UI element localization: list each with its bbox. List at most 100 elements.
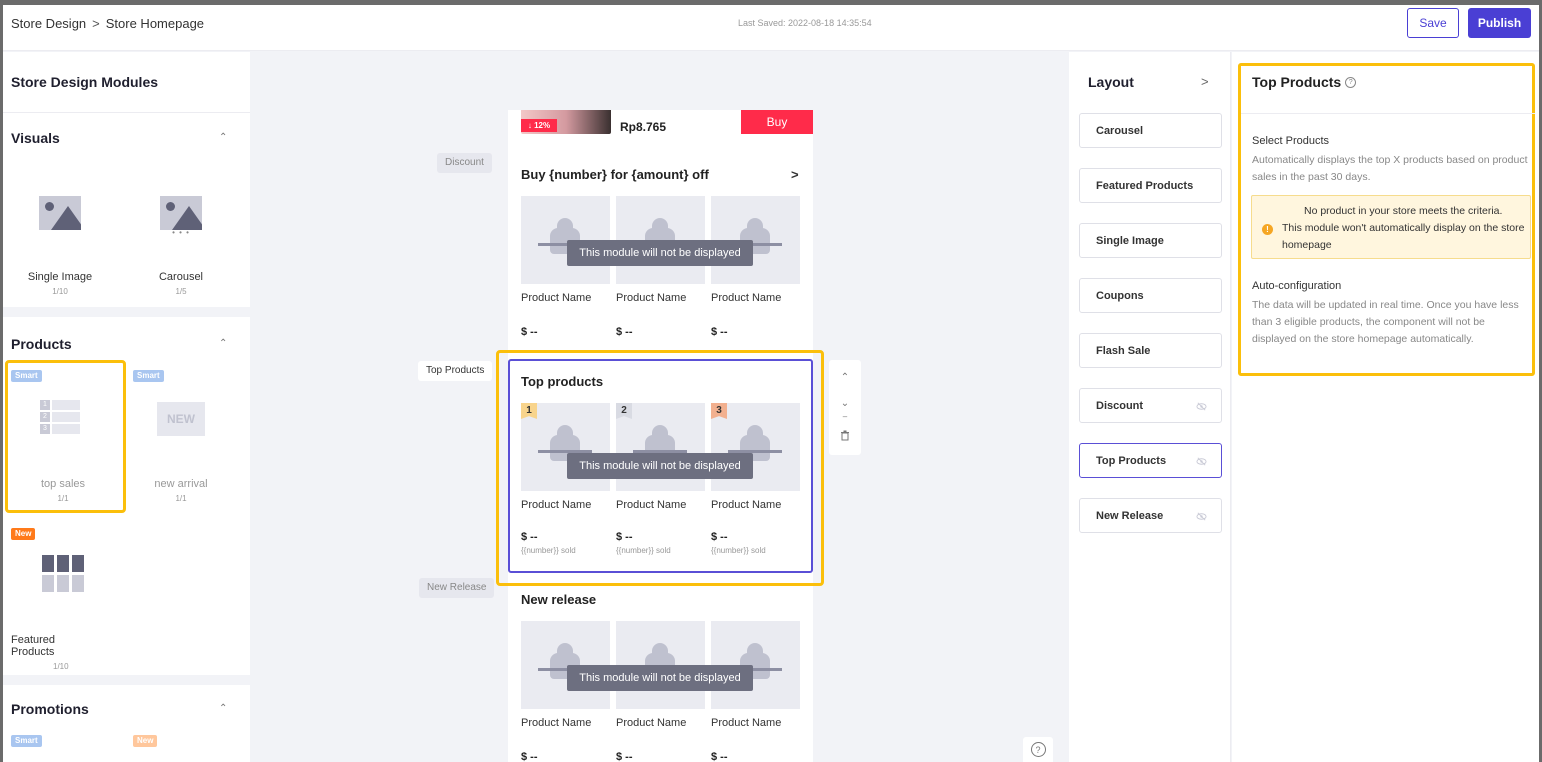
chevron-up-icon[interactable]: ⌃ bbox=[219, 338, 227, 349]
layout-item-flash-sale[interactable]: Flash Sale bbox=[1079, 333, 1222, 368]
canvas-label-new-release[interactable]: New Release bbox=[419, 578, 495, 598]
section-title-visuals: Visuals bbox=[11, 130, 60, 146]
properties-panel: Top Products ? Select Products Automatic… bbox=[1232, 52, 1539, 762]
auto-configuration-description: The data will be updated in real time. O… bbox=[1252, 299, 1519, 345]
product-price: Rp8.765 bbox=[620, 120, 667, 134]
warning-text: No product in your store meets the crite… bbox=[1282, 203, 1526, 254]
layout-item-label: Discount bbox=[1096, 399, 1144, 412]
move-down-icon[interactable]: ⌄ bbox=[829, 398, 861, 409]
smart-badge: Smart bbox=[11, 370, 42, 382]
smart-badge: Smart bbox=[11, 735, 42, 747]
product-price: $ -- bbox=[521, 326, 538, 338]
image-icon bbox=[39, 196, 81, 230]
buy-button[interactable]: Buy bbox=[741, 110, 813, 134]
layout-item-label: Top Products bbox=[1096, 454, 1167, 467]
layout-item-single-image[interactable]: Single Image bbox=[1079, 223, 1222, 258]
product-card[interactable]: Product Name $ -- bbox=[521, 196, 610, 338]
warning-line-2: This module won't automatically display … bbox=[1282, 222, 1525, 251]
layout-item-new-release[interactable]: New Release bbox=[1079, 498, 1222, 533]
flash-sale-item[interactable]: ↓ 12% Rp8.765 Buy bbox=[521, 110, 813, 138]
new-release-grid: Product Name $ -- Product Name $ -- Prod… bbox=[521, 621, 800, 762]
layout-item-label: Coupons bbox=[1096, 289, 1144, 302]
layout-item-carousel[interactable]: Carousel bbox=[1079, 113, 1222, 148]
properties-title-text: Top Products bbox=[1252, 74, 1342, 90]
product-name: Product Name bbox=[711, 717, 782, 729]
module-count: 1/5 bbox=[175, 287, 187, 296]
product-card[interactable]: Product Name $ -- bbox=[616, 621, 705, 762]
layout-item-label: Carousel bbox=[1096, 124, 1144, 137]
auto-configuration-label: Auto-configuration bbox=[1252, 280, 1342, 292]
divider bbox=[3, 112, 250, 113]
eye-off-icon[interactable] bbox=[1196, 401, 1207, 412]
eye-off-icon[interactable] bbox=[1196, 511, 1207, 522]
module-name: Single Image bbox=[27, 271, 93, 283]
last-saved-status: Last Saved: 2022-08-18 14:35:54 bbox=[738, 18, 872, 28]
product-name: Product Name bbox=[521, 292, 592, 304]
select-products-description: Automatically displays the top X product… bbox=[1252, 154, 1528, 183]
section-title-products: Products bbox=[11, 336, 72, 352]
product-price: $ -- bbox=[616, 751, 633, 762]
chevron-up-icon[interactable]: ⌃ bbox=[219, 703, 227, 714]
divider: – bbox=[842, 412, 848, 421]
module-featured-products[interactable]: Featured Products 1/10 bbox=[11, 634, 101, 671]
question-circle-icon[interactable]: ? bbox=[1345, 76, 1357, 88]
layout-panel-title: Layout bbox=[1088, 74, 1134, 90]
canvas-label-discount[interactable]: Discount bbox=[437, 153, 492, 173]
module-count: 1/10 bbox=[53, 662, 69, 671]
publish-button[interactable]: Publish bbox=[1468, 8, 1531, 38]
layout-item-featured-products[interactable]: Featured Products bbox=[1079, 168, 1222, 203]
chevron-up-icon[interactable]: ⌃ bbox=[219, 132, 227, 143]
help-button[interactable]: ? bbox=[1023, 737, 1053, 762]
module-toolbar: ⌃ ⌄ – bbox=[829, 360, 861, 455]
move-up-icon[interactable]: ⌃ bbox=[829, 372, 861, 383]
save-button[interactable]: Save bbox=[1407, 8, 1459, 38]
module-hidden-message: This module will not be displayed bbox=[567, 665, 753, 691]
product-price: $ -- bbox=[521, 751, 538, 762]
layout-item-label: Featured Products bbox=[1096, 179, 1194, 192]
layout-item-label: Flash Sale bbox=[1096, 344, 1151, 357]
top-header: Store Design > Store Homepage Last Saved… bbox=[3, 5, 1539, 51]
product-price: $ -- bbox=[711, 751, 728, 762]
module-name: top sales bbox=[40, 478, 86, 490]
select-products-label: Select Products bbox=[1252, 135, 1330, 147]
breadcrumb-item-store-design[interactable]: Store Design bbox=[11, 16, 86, 31]
new-badge: New bbox=[11, 528, 36, 540]
product-card[interactable]: Product Name $ -- bbox=[711, 196, 800, 338]
warning-banner: ! No product in your store meets the cri… bbox=[1251, 195, 1531, 259]
module-new-arrival[interactable]: new arrival 1/1 bbox=[141, 478, 221, 503]
properties-title: Top Products ? bbox=[1252, 74, 1357, 90]
layout-panel: Layout > Carousel Featured Products Sing… bbox=[1069, 52, 1231, 762]
discount-section-title: Buy {number} for {amount} off bbox=[521, 167, 709, 182]
breadcrumb-separator: > bbox=[92, 16, 100, 31]
layout-item-label: Single Image bbox=[1096, 234, 1164, 247]
layout-item-coupons[interactable]: Coupons bbox=[1079, 278, 1222, 313]
product-name: Product Name bbox=[521, 717, 592, 729]
product-card[interactable]: Product Name $ -- bbox=[521, 621, 610, 762]
layout-item-top-products[interactable]: Top Products bbox=[1079, 443, 1222, 478]
module-name: new arrival bbox=[154, 478, 208, 490]
module-carousel[interactable]: • • • Carousel 1/5 bbox=[148, 196, 214, 296]
layout-item-discount[interactable]: Discount bbox=[1079, 388, 1222, 423]
warning-line-1: No product in your store meets the crite… bbox=[1304, 205, 1503, 217]
product-price: $ -- bbox=[616, 326, 633, 338]
product-card[interactable]: Product Name $ -- bbox=[711, 621, 800, 762]
module-count: 1/1 bbox=[57, 494, 69, 503]
selected-module-outline[interactable] bbox=[508, 359, 813, 573]
product-name: Product Name bbox=[616, 717, 687, 729]
eye-off-icon[interactable] bbox=[1196, 456, 1207, 467]
help-icon: ? bbox=[1030, 742, 1046, 757]
discount-badge: ↓ 12% bbox=[521, 119, 557, 132]
product-card[interactable]: Product Name $ -- bbox=[616, 196, 705, 338]
breadcrumb-item-store-homepage: Store Homepage bbox=[105, 16, 205, 31]
delete-icon[interactable] bbox=[829, 430, 861, 444]
module-name: Carousel bbox=[158, 271, 204, 283]
module-single-image[interactable]: Single Image 1/10 bbox=[27, 196, 93, 296]
new-release-section-title: New release bbox=[521, 592, 597, 607]
section-spacer bbox=[3, 675, 250, 685]
canvas-label-top-products[interactable]: Top Products bbox=[418, 361, 493, 381]
chevron-right-icon[interactable]: > bbox=[791, 167, 799, 182]
divider bbox=[1241, 113, 1535, 114]
chevron-right-icon[interactable]: > bbox=[1201, 74, 1209, 89]
section-title-promotions: Promotions bbox=[11, 701, 89, 717]
module-top-sales[interactable]: top sales 1/1 bbox=[23, 478, 103, 503]
